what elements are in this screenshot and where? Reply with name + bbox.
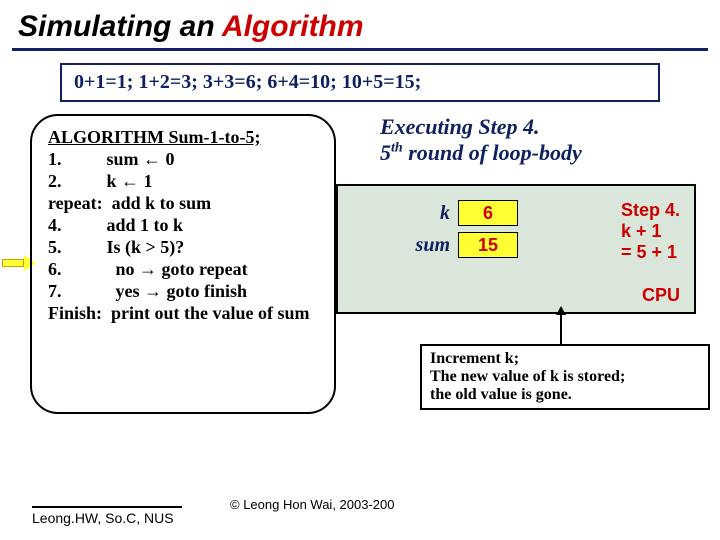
algo-header: ALGORITHM Sum-1-to-5; [48, 127, 320, 148]
footer-rule [32, 506, 182, 508]
note-line-2: The new value of k is stored; [430, 368, 700, 386]
content-area: ALGORITHM Sum-1-to-5; 1. sum ← 0 2. k ← … [0, 114, 720, 444]
row-k: k 6 [400, 200, 518, 226]
variable-table: k 6 sum 15 [400, 200, 518, 264]
algo-line-repeat: repeat: add k to sum [48, 193, 320, 214]
title-underline [12, 48, 708, 51]
algo-line-4: 4. add 1 to k [48, 215, 320, 236]
algo-line-6: 6. no → goto repeat [48, 259, 320, 280]
label-sum: sum [400, 234, 450, 257]
cpu-box: k 6 sum 15 Step 4. k + 1 = 5 + 1 CPU [336, 184, 696, 314]
value-k: 6 [458, 200, 518, 226]
label-k: k [400, 202, 450, 225]
slide-title: Simulating an Algorithm [0, 0, 720, 48]
arrow-up-icon [560, 314, 562, 344]
algo-line-finish: Finish: print out the value of sum [48, 303, 320, 324]
algo-line-7: 7. yes → goto finish [48, 281, 320, 302]
note-line-3: the old value is gone. [430, 386, 700, 404]
footer-text: Leong.HW, So.C, NUS [32, 510, 174, 526]
sequence-box: 0+1=1; 1+2=3; 3+3=6; 6+4=10; 10+5=15; [60, 63, 660, 102]
exec-line-1: Executing Step 4. [380, 114, 582, 140]
copyright-text: © Leong Hon Wai, 2003-200 [230, 497, 394, 512]
step4-calc: Step 4. k + 1 = 5 + 1 [621, 200, 680, 263]
row-sum: sum 15 [400, 232, 518, 258]
sequence-text: 0+1=1; 1+2=3; 3+3=6; 6+4=10; 10+5=15; [74, 71, 421, 93]
exec-line-2: 5th round of loop-body [380, 140, 582, 166]
title-part-2: Algorithm [222, 10, 364, 43]
algorithm-box: ALGORITHM Sum-1-to-5; 1. sum ← 0 2. k ← … [30, 114, 336, 414]
cpu-label: CPU [642, 285, 680, 306]
algo-line-2: 2. k ← 1 [48, 171, 320, 192]
value-sum: 15 [458, 232, 518, 258]
algo-line-1: 1. sum ← 0 [48, 149, 320, 170]
note-line-1: Increment k; [430, 350, 700, 368]
note-box: Increment k; The new value of k is store… [420, 344, 710, 410]
algo-line-5: 5. Is (k > 5)? [48, 237, 320, 258]
execution-caption: Executing Step 4. 5th round of loop-body [380, 114, 582, 166]
title-part-1: Simulating an [18, 10, 222, 43]
